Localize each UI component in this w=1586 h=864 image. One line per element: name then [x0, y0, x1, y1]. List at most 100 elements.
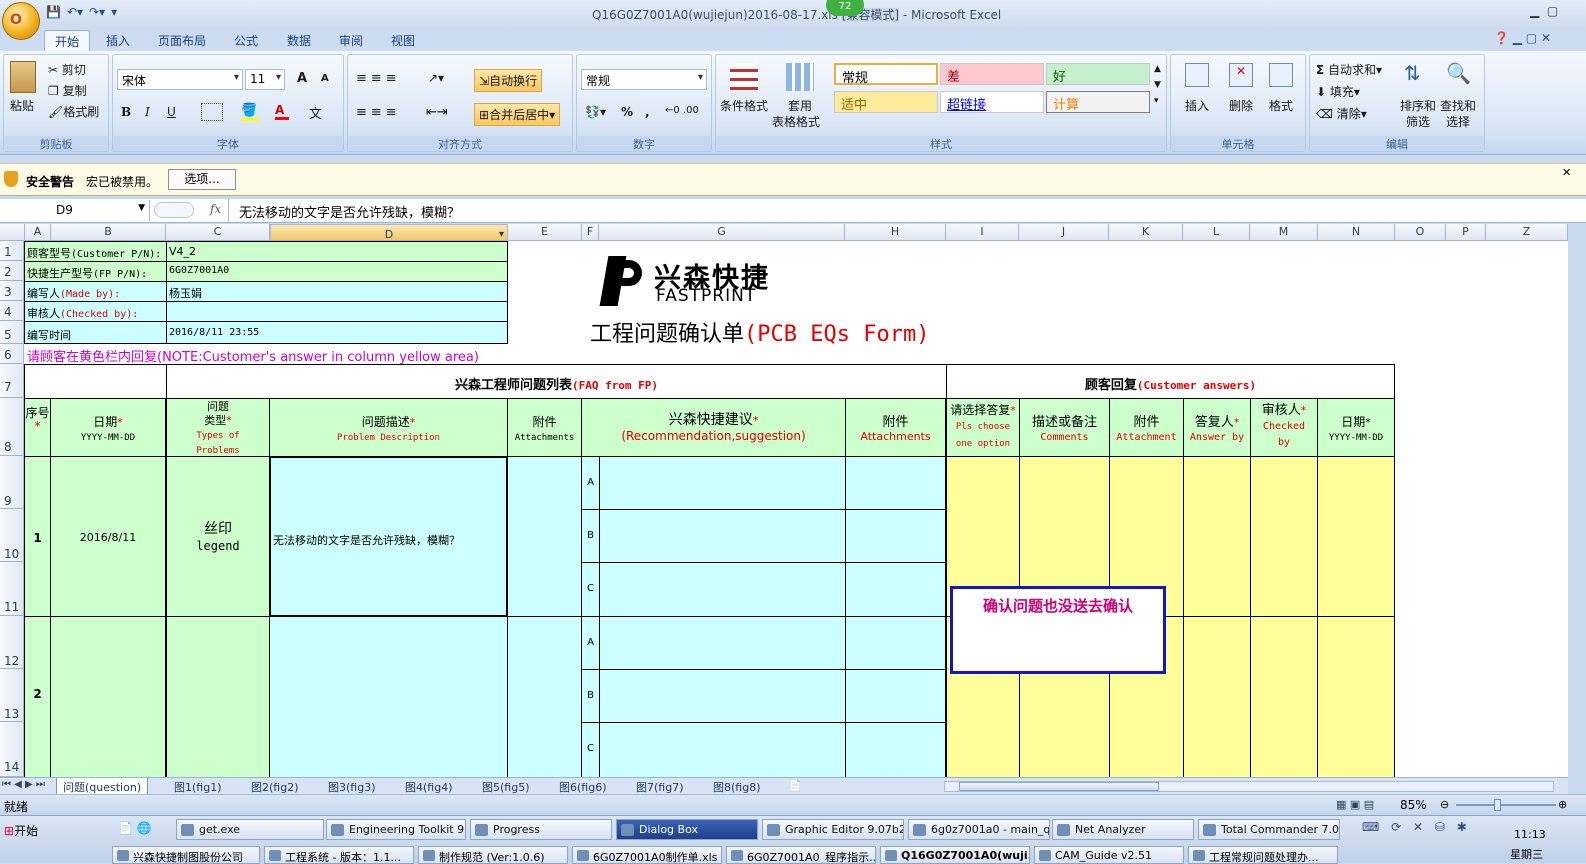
format-cells-button[interactable]: 格式 [1269, 97, 1293, 114]
floating-badge[interactable]: 72 [826, 0, 864, 16]
item-1-att-a[interactable] [845, 456, 946, 510]
sheet-tab-fig8[interactable]: 图8(fig8) [707, 778, 767, 795]
column-header[interactable]: H [845, 224, 946, 241]
horizontal-align-buttons[interactable]: ≡≡≡ [356, 105, 401, 120]
item-1-description[interactable]: 无法移动的文字是否允许残缺，模糊？ [269, 456, 508, 617]
taskbar-item[interactable]: Graphic Editor 9.07b2 ... [762, 819, 904, 840]
grow-font-button[interactable]: A [297, 71, 307, 86]
office-button[interactable]: O [2, 2, 40, 40]
sheet-tab-fig3[interactable]: 图3(fig3) [322, 778, 382, 795]
undo-icon[interactable]: ↶▾ [67, 5, 83, 19]
find-select-label2[interactable]: 选择 [1446, 113, 1470, 130]
item-1-rec-a[interactable] [599, 456, 846, 510]
item-2-rec-a[interactable] [599, 616, 846, 670]
cut-button[interactable]: ✂ 剪切 [48, 61, 86, 78]
worksheet-grid[interactable]: A B C D E F G H I J K L M N O P Z 1 2 3 … [0, 224, 1568, 777]
taskbar-item[interactable]: Q16G0Z7001A0(wuji... [880, 846, 1030, 864]
column-header[interactable]: D [270, 224, 508, 243]
percent-button[interactable]: % [621, 105, 633, 119]
column-header[interactable]: I [946, 224, 1019, 241]
new-sheet-icon[interactable]: 📄 [788, 779, 802, 792]
decimal-buttons[interactable]: ←0 .00 [665, 105, 699, 116]
binoculars-icon[interactable]: 🔍 [1446, 61, 1471, 85]
item-2-type[interactable] [166, 616, 270, 777]
merge-center-button[interactable]: ⊞合并后居中▾ [474, 103, 561, 126]
item-2-att-a[interactable] [845, 616, 946, 670]
sort-filter-icon[interactable]: ⇅ [1404, 61, 1421, 85]
column-header[interactable]: O [1395, 224, 1446, 241]
fill-button[interactable]: ⬇ 填充▾ [1316, 83, 1360, 100]
tray-icons[interactable]: ⌨ ⟳ ✕ ⛁ ✱ [1362, 820, 1471, 834]
item-2-attachments[interactable] [507, 616, 582, 777]
bold-button[interactable]: B [121, 105, 131, 119]
copy-button[interactable]: ❐ 复制 [48, 82, 87, 99]
column-header[interactable]: J [1019, 224, 1109, 241]
taskbar-item[interactable]: CAM_Guide v2.51 [1034, 846, 1184, 864]
phonetic-button[interactable]: 文 [309, 103, 322, 122]
row-header[interactable]: 13 [0, 669, 24, 722]
item-1-type[interactable]: 丝印 legend [166, 456, 270, 617]
currency-button[interactable]: 💱▾ [585, 105, 606, 119]
column-header[interactable]: C [166, 224, 270, 241]
value-customer-pn[interactable]: V4_2 [166, 241, 508, 262]
item-1-date-2[interactable] [1317, 456, 1395, 617]
tab-data[interactable]: 数据 [277, 30, 321, 51]
row-header[interactable]: 10 [0, 509, 24, 562]
item-1-att-c[interactable] [845, 562, 946, 617]
orientation-icon[interactable]: ↗▾ [428, 71, 444, 85]
style-hyperlink[interactable]: 超链接 [940, 91, 1044, 113]
value-write-time[interactable]: 2016/8/11 23:55 [166, 321, 508, 344]
value-checked-by[interactable] [166, 301, 508, 322]
style-neutral[interactable]: 适中 [834, 91, 938, 113]
sheet-nav-arrows[interactable]: ⏮ ◀ ▶ ⏭ [2, 779, 45, 790]
style-bad[interactable]: 差 [940, 63, 1044, 85]
item-2-rec-c[interactable] [599, 722, 846, 777]
view-buttons[interactable]: ▦ ▣ ▤ [1336, 798, 1374, 811]
style-calculation[interactable]: 计算 [1046, 91, 1150, 113]
taskbar-item[interactable]: Progress [470, 819, 612, 840]
delete-cells-icon[interactable]: ✕ [1229, 63, 1253, 87]
tab-formulas[interactable]: 公式 [224, 30, 268, 51]
sheet-tab-fig7[interactable]: 图7(fig7) [630, 778, 690, 795]
conditional-format-button[interactable]: 条件格式 [720, 97, 768, 114]
tab-insert[interactable]: 插入 [96, 30, 140, 51]
insert-function-icon[interactable]: fx [210, 202, 221, 216]
item-1-att-b[interactable] [845, 509, 946, 563]
item-1-checked-by[interactable] [1250, 456, 1318, 617]
value-fp-pn[interactable]: 6G0Z7001A0 [166, 261, 508, 282]
column-header[interactable]: P [1446, 224, 1486, 241]
column-header[interactable]: B [51, 224, 166, 241]
borders-button[interactable] [201, 103, 223, 121]
horizontal-scrollbar[interactable] [944, 781, 1554, 792]
font-name-select[interactable]: 宋体 [117, 69, 243, 90]
item-2-description[interactable] [269, 616, 508, 777]
taskbar-item[interactable]: Engineering Toolkit 9.... [326, 819, 466, 840]
column-header[interactable]: F [582, 224, 599, 241]
taskbar-item[interactable]: 工程常规问题处理办... [1188, 846, 1338, 864]
zoom-slider[interactable] [1456, 804, 1556, 806]
column-header[interactable]: G [599, 224, 845, 241]
number-format-select[interactable]: 常规 [581, 69, 707, 90]
tab-home[interactable]: 开始 [44, 30, 91, 51]
item-1-seq[interactable]: 1 [24, 456, 51, 617]
conditional-format-icon[interactable] [730, 63, 758, 91]
item-2-att-b[interactable] [845, 669, 946, 723]
value-made-by[interactable]: 杨玉娟 [166, 281, 508, 302]
callout-textbox[interactable]: 确认问题也没送去确认 [950, 586, 1166, 674]
row-header[interactable]: 8 [0, 398, 24, 456]
row-header[interactable]: 3 [0, 281, 24, 301]
name-box[interactable]: D9 ▼ [0, 200, 150, 221]
underline-button[interactable]: U [167, 105, 176, 119]
sheet-tab-question[interactable]: 问题(question) [56, 778, 149, 795]
options-button[interactable]: 选项... [168, 169, 236, 190]
item-2-answer-by[interactable] [1183, 616, 1251, 777]
taskbar-item[interactable]: Total Commander 7.0 ... [1198, 819, 1340, 840]
tab-view[interactable]: 视图 [381, 30, 425, 51]
vertical-align-buttons[interactable]: ≡≡≡ [356, 71, 401, 86]
row-header[interactable]: 4 [0, 301, 24, 321]
item-2-date[interactable] [50, 616, 166, 777]
taskbar-item[interactable]: 制作规范 (Ver:1.0.6) [418, 846, 568, 864]
italic-button[interactable]: I [145, 105, 150, 119]
sort-filter-label1[interactable]: 排序和 [1400, 97, 1436, 114]
taskbar-item[interactable]: 工程系统 - 版本：1.1... [264, 846, 414, 864]
